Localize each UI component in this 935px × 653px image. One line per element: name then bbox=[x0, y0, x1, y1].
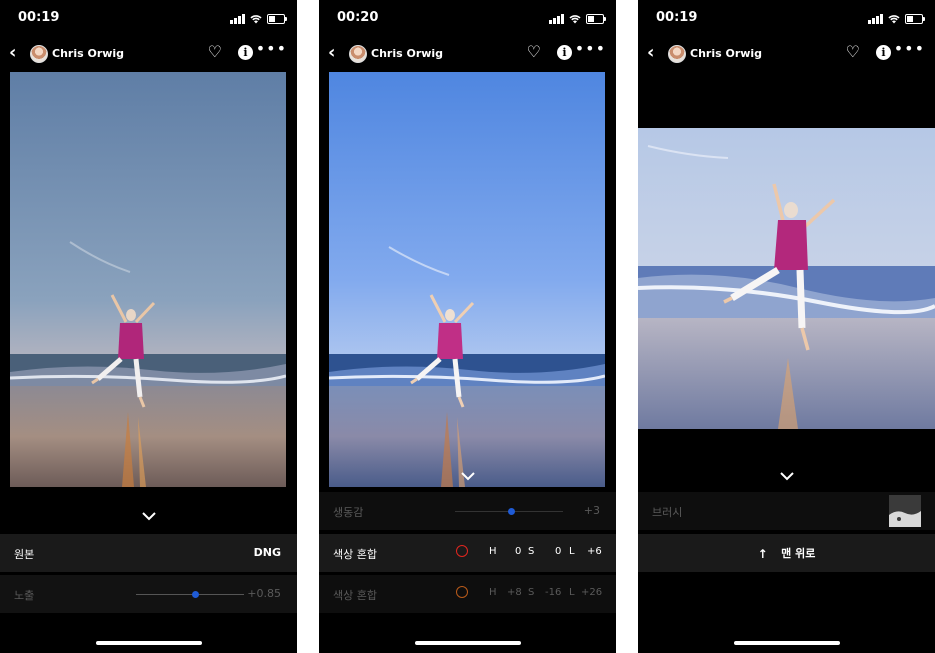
exposure-slider-knob[interactable] bbox=[192, 591, 199, 598]
red-swatch-icon[interactable] bbox=[456, 545, 468, 557]
brush-mask-thumbnail[interactable] bbox=[889, 495, 921, 527]
h-value: +8 bbox=[507, 587, 522, 598]
collapse-chevron[interactable] bbox=[319, 466, 616, 485]
phone-screen-3: 00:19 ‹ Chris Orwig ♡ i ••• 브러시 ↑ 맨 위로 bbox=[638, 0, 935, 653]
wifi-icon bbox=[250, 15, 262, 24]
status-time: 00:20 bbox=[337, 10, 379, 25]
user-name[interactable]: Chris Orwig bbox=[371, 47, 443, 60]
h-label: H bbox=[489, 587, 497, 598]
signal-icon bbox=[230, 14, 245, 24]
l-value: +6 bbox=[587, 546, 602, 557]
beach-dancer-photo bbox=[10, 72, 286, 487]
phone-screen-2: 00:20 ‹ Chris Orwig ♡ i ••• 생동감 +3 색상 혼합… bbox=[319, 0, 616, 653]
avatar[interactable] bbox=[349, 45, 367, 63]
color-mix-label: 색상 혼합 bbox=[333, 589, 377, 602]
s-value: -16 bbox=[545, 587, 562, 598]
brush-row[interactable]: 브러시 bbox=[638, 492, 935, 530]
l-label: L bbox=[569, 587, 575, 598]
top-nav: ‹ Chris Orwig ♡ i ••• bbox=[638, 40, 935, 68]
color-mix-row-1[interactable]: 색상 혼합 H 0 S 0 L +6 bbox=[319, 534, 616, 572]
info-icon[interactable]: i bbox=[876, 45, 891, 60]
back-chevron-icon[interactable]: ‹ bbox=[328, 44, 335, 62]
photo[interactable] bbox=[638, 128, 935, 429]
more-icon[interactable]: ••• bbox=[575, 41, 606, 57]
vibrance-value: +3 bbox=[583, 504, 600, 517]
back-chevron-icon[interactable]: ‹ bbox=[9, 44, 16, 62]
more-icon[interactable]: ••• bbox=[256, 41, 287, 57]
up-arrow-icon: ↑ bbox=[757, 547, 768, 561]
system-icons bbox=[230, 13, 287, 25]
wifi-icon bbox=[569, 15, 581, 24]
system-icons bbox=[549, 13, 606, 25]
info-icon[interactable]: i bbox=[238, 45, 253, 60]
signal-icon bbox=[549, 14, 564, 24]
photo[interactable] bbox=[10, 72, 286, 487]
user-name[interactable]: Chris Orwig bbox=[690, 47, 762, 60]
status-bar: 00:19 bbox=[638, 8, 935, 30]
battery-icon bbox=[586, 14, 606, 24]
chevron-down-icon bbox=[460, 472, 475, 481]
collapse-chevron[interactable] bbox=[638, 466, 935, 485]
heart-icon[interactable]: ♡ bbox=[846, 44, 860, 60]
l-label: L bbox=[569, 546, 575, 557]
original-label: 원본 bbox=[14, 548, 35, 561]
heart-icon[interactable]: ♡ bbox=[527, 44, 541, 60]
orange-swatch-icon[interactable] bbox=[456, 586, 468, 598]
more-icon[interactable]: ••• bbox=[894, 41, 925, 57]
signal-icon bbox=[868, 14, 883, 24]
exposure-label: 노출 bbox=[14, 589, 35, 602]
home-indicator[interactable] bbox=[95, 641, 202, 645]
brush-label: 브러시 bbox=[652, 506, 683, 519]
vibrance-row[interactable]: 생동감 +3 bbox=[319, 492, 616, 530]
h-label: H bbox=[489, 546, 497, 557]
home-indicator[interactable] bbox=[733, 641, 840, 645]
original-value: DNG bbox=[253, 546, 281, 559]
exposure-value: +0.85 bbox=[247, 587, 281, 600]
s-label: S bbox=[528, 587, 535, 598]
status-time: 00:19 bbox=[656, 10, 698, 25]
back-to-top-label: 맨 위로 bbox=[781, 547, 816, 560]
wifi-icon bbox=[888, 15, 900, 24]
battery-icon bbox=[905, 14, 925, 24]
vibrance-label: 생동감 bbox=[333, 506, 364, 519]
h-value: 0 bbox=[515, 546, 522, 557]
heart-icon[interactable]: ♡ bbox=[208, 44, 222, 60]
top-nav: ‹ Chris Orwig ♡ i ••• bbox=[319, 40, 616, 68]
avatar[interactable] bbox=[30, 45, 48, 63]
top-nav: ‹ Chris Orwig ♡ i ••• bbox=[0, 40, 297, 68]
status-bar: 00:19 bbox=[0, 8, 297, 30]
back-to-top-button[interactable]: ↑ 맨 위로 bbox=[638, 534, 935, 572]
back-chevron-icon[interactable]: ‹ bbox=[647, 44, 654, 62]
avatar[interactable] bbox=[668, 45, 686, 63]
user-name[interactable]: Chris Orwig bbox=[52, 47, 124, 60]
battery-icon bbox=[267, 14, 287, 24]
system-icons bbox=[868, 13, 925, 25]
exposure-slider[interactable] bbox=[136, 591, 244, 598]
status-time: 00:19 bbox=[18, 10, 60, 25]
photo[interactable] bbox=[329, 72, 605, 487]
status-bar: 00:20 bbox=[319, 8, 616, 30]
color-mix-label: 색상 혼합 bbox=[333, 548, 377, 561]
phone-screen-1: 00:19 ‹ Chris Orwig ♡ i ••• 원본 DNG 노출 +0… bbox=[0, 0, 297, 653]
original-row[interactable]: 원본 DNG bbox=[0, 534, 297, 572]
mask-preview-icon bbox=[889, 511, 921, 527]
vibrance-slider[interactable] bbox=[455, 508, 563, 515]
l-value: +26 bbox=[581, 587, 603, 598]
color-mix-row-2[interactable]: 색상 혼합 H +8 S -16 L +26 bbox=[319, 575, 616, 613]
vibrance-slider-knob[interactable] bbox=[508, 508, 515, 515]
home-indicator[interactable] bbox=[414, 641, 521, 645]
collapse-chevron[interactable] bbox=[0, 506, 297, 525]
beach-dancer-photo bbox=[329, 72, 605, 487]
info-icon[interactable]: i bbox=[557, 45, 572, 60]
s-value: 0 bbox=[555, 546, 562, 557]
s-label: S bbox=[528, 546, 535, 557]
exposure-row[interactable]: 노출 +0.85 bbox=[0, 575, 297, 613]
chevron-down-icon bbox=[141, 512, 156, 521]
chevron-down-icon bbox=[779, 472, 794, 481]
beach-dancer-photo bbox=[638, 128, 935, 429]
